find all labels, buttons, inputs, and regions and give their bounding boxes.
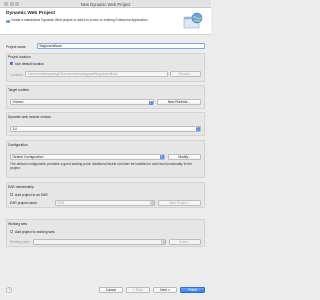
- configuration-description: The default configuration provides a goo…: [10, 162, 192, 171]
- configuration-select[interactable]: Default Configuration ▴ ▾: [10, 153, 165, 160]
- project-location-section-label: Project location: [8, 55, 31, 59]
- location-label: Location:: [10, 72, 24, 77]
- dialog-window: New Dynamic Web Project Dynamic Web Proj…: [0, 0, 211, 300]
- finish-button[interactable]: Finish: [180, 287, 205, 293]
- window-title: New Dynamic Web Project: [80, 1, 131, 7]
- new-ear-project-button[interactable]: New Project...: [158, 199, 201, 206]
- select-working-sets-button[interactable]: Select...: [169, 238, 201, 245]
- target-runtime-group: [6, 85, 205, 109]
- select-arrows-icon: ▴ ▾: [148, 100, 153, 105]
- working-sets-section-label: Working sets: [8, 221, 27, 226]
- working-sets-select[interactable]: ▴ ▾: [33, 238, 166, 245]
- configuration-section-label: Configuration: [8, 142, 28, 147]
- project-name-input[interactable]: BeginnersBook: [37, 43, 205, 49]
- ear-membership-section-label: EAR membership: [8, 184, 34, 189]
- modify-configuration-button[interactable]: Modify...: [168, 153, 201, 160]
- ear-project-name-label: EAR project name:: [10, 201, 38, 205]
- module-version-select[interactable]: 3.0 ▴ ▾: [10, 125, 201, 132]
- checkmark-icon: ✓: [11, 61, 14, 66]
- globe-banner-icon: [183, 12, 203, 29]
- browse-location-button[interactable]: Browse...: [170, 71, 201, 77]
- target-runtime-value: <None>: [12, 100, 25, 104]
- select-arrows-icon: ▴ ▾: [160, 240, 165, 245]
- target-runtime-select[interactable]: <None> ▴ ▾: [10, 99, 154, 105]
- select-arrows-icon: ▴ ▾: [159, 155, 164, 160]
- working-sets-label: Working sets:: [10, 240, 30, 244]
- module-version-section-label: Dynamic web module version: [8, 114, 52, 119]
- use-default-location-checkbox[interactable]: ✓: [10, 61, 14, 66]
- new-runtime-button[interactable]: New Runtime...: [157, 99, 201, 105]
- page-description: i Create a standalone Dynamic Web project…: [6, 18, 149, 24]
- add-to-ear-label: Add project to an EAR: [15, 192, 48, 197]
- wizard-header: Dynamic Web Project i Create a standalone…: [0, 8, 211, 35]
- page-title: Dynamic Web Project: [6, 11, 55, 16]
- use-default-location-label: Use default location: [15, 62, 44, 66]
- cancel-button[interactable]: Cancel: [99, 287, 123, 293]
- help-icon[interactable]: ?: [6, 287, 12, 293]
- module-version-value: 3.0: [12, 126, 18, 131]
- info-icon: i: [6, 19, 10, 24]
- back-button[interactable]: < Back: [126, 287, 150, 293]
- title-bar: New Dynamic Web Project: [0, 0, 211, 8]
- add-to-working-sets-label: Add project to working sets: [15, 230, 55, 235]
- configuration-value: Default Configuration: [12, 154, 44, 159]
- next-button[interactable]: Next >: [153, 287, 177, 293]
- project-name-label: Project name:: [6, 44, 27, 49]
- select-arrows-icon: ▴ ▾: [195, 127, 200, 132]
- ear-project-name-value: EAR: [57, 200, 65, 205]
- ear-project-name-select[interactable]: EAR ▴ ▾: [55, 199, 155, 206]
- location-input[interactable]: /Users/chaitanyasingh/Documents/workspac…: [25, 71, 168, 77]
- target-runtime-section-label: Target runtime: [8, 87, 30, 92]
- select-arrows-icon: ▴ ▾: [149, 201, 154, 206]
- project-location-group: [6, 53, 205, 82]
